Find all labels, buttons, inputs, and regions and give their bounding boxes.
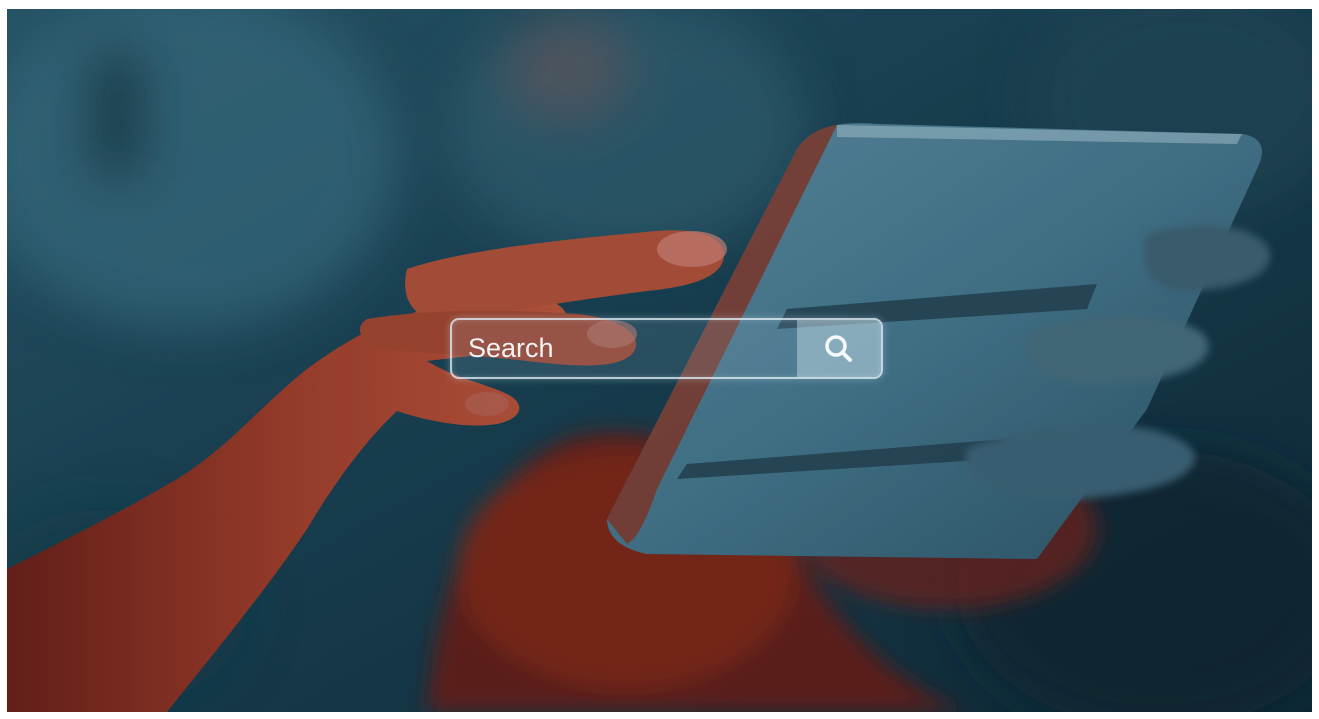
- search-input[interactable]: [452, 320, 797, 377]
- search-bar: [450, 318, 883, 379]
- search-button[interactable]: [797, 320, 881, 377]
- search-icon: [825, 334, 852, 362]
- background-photo: [7, 9, 1312, 712]
